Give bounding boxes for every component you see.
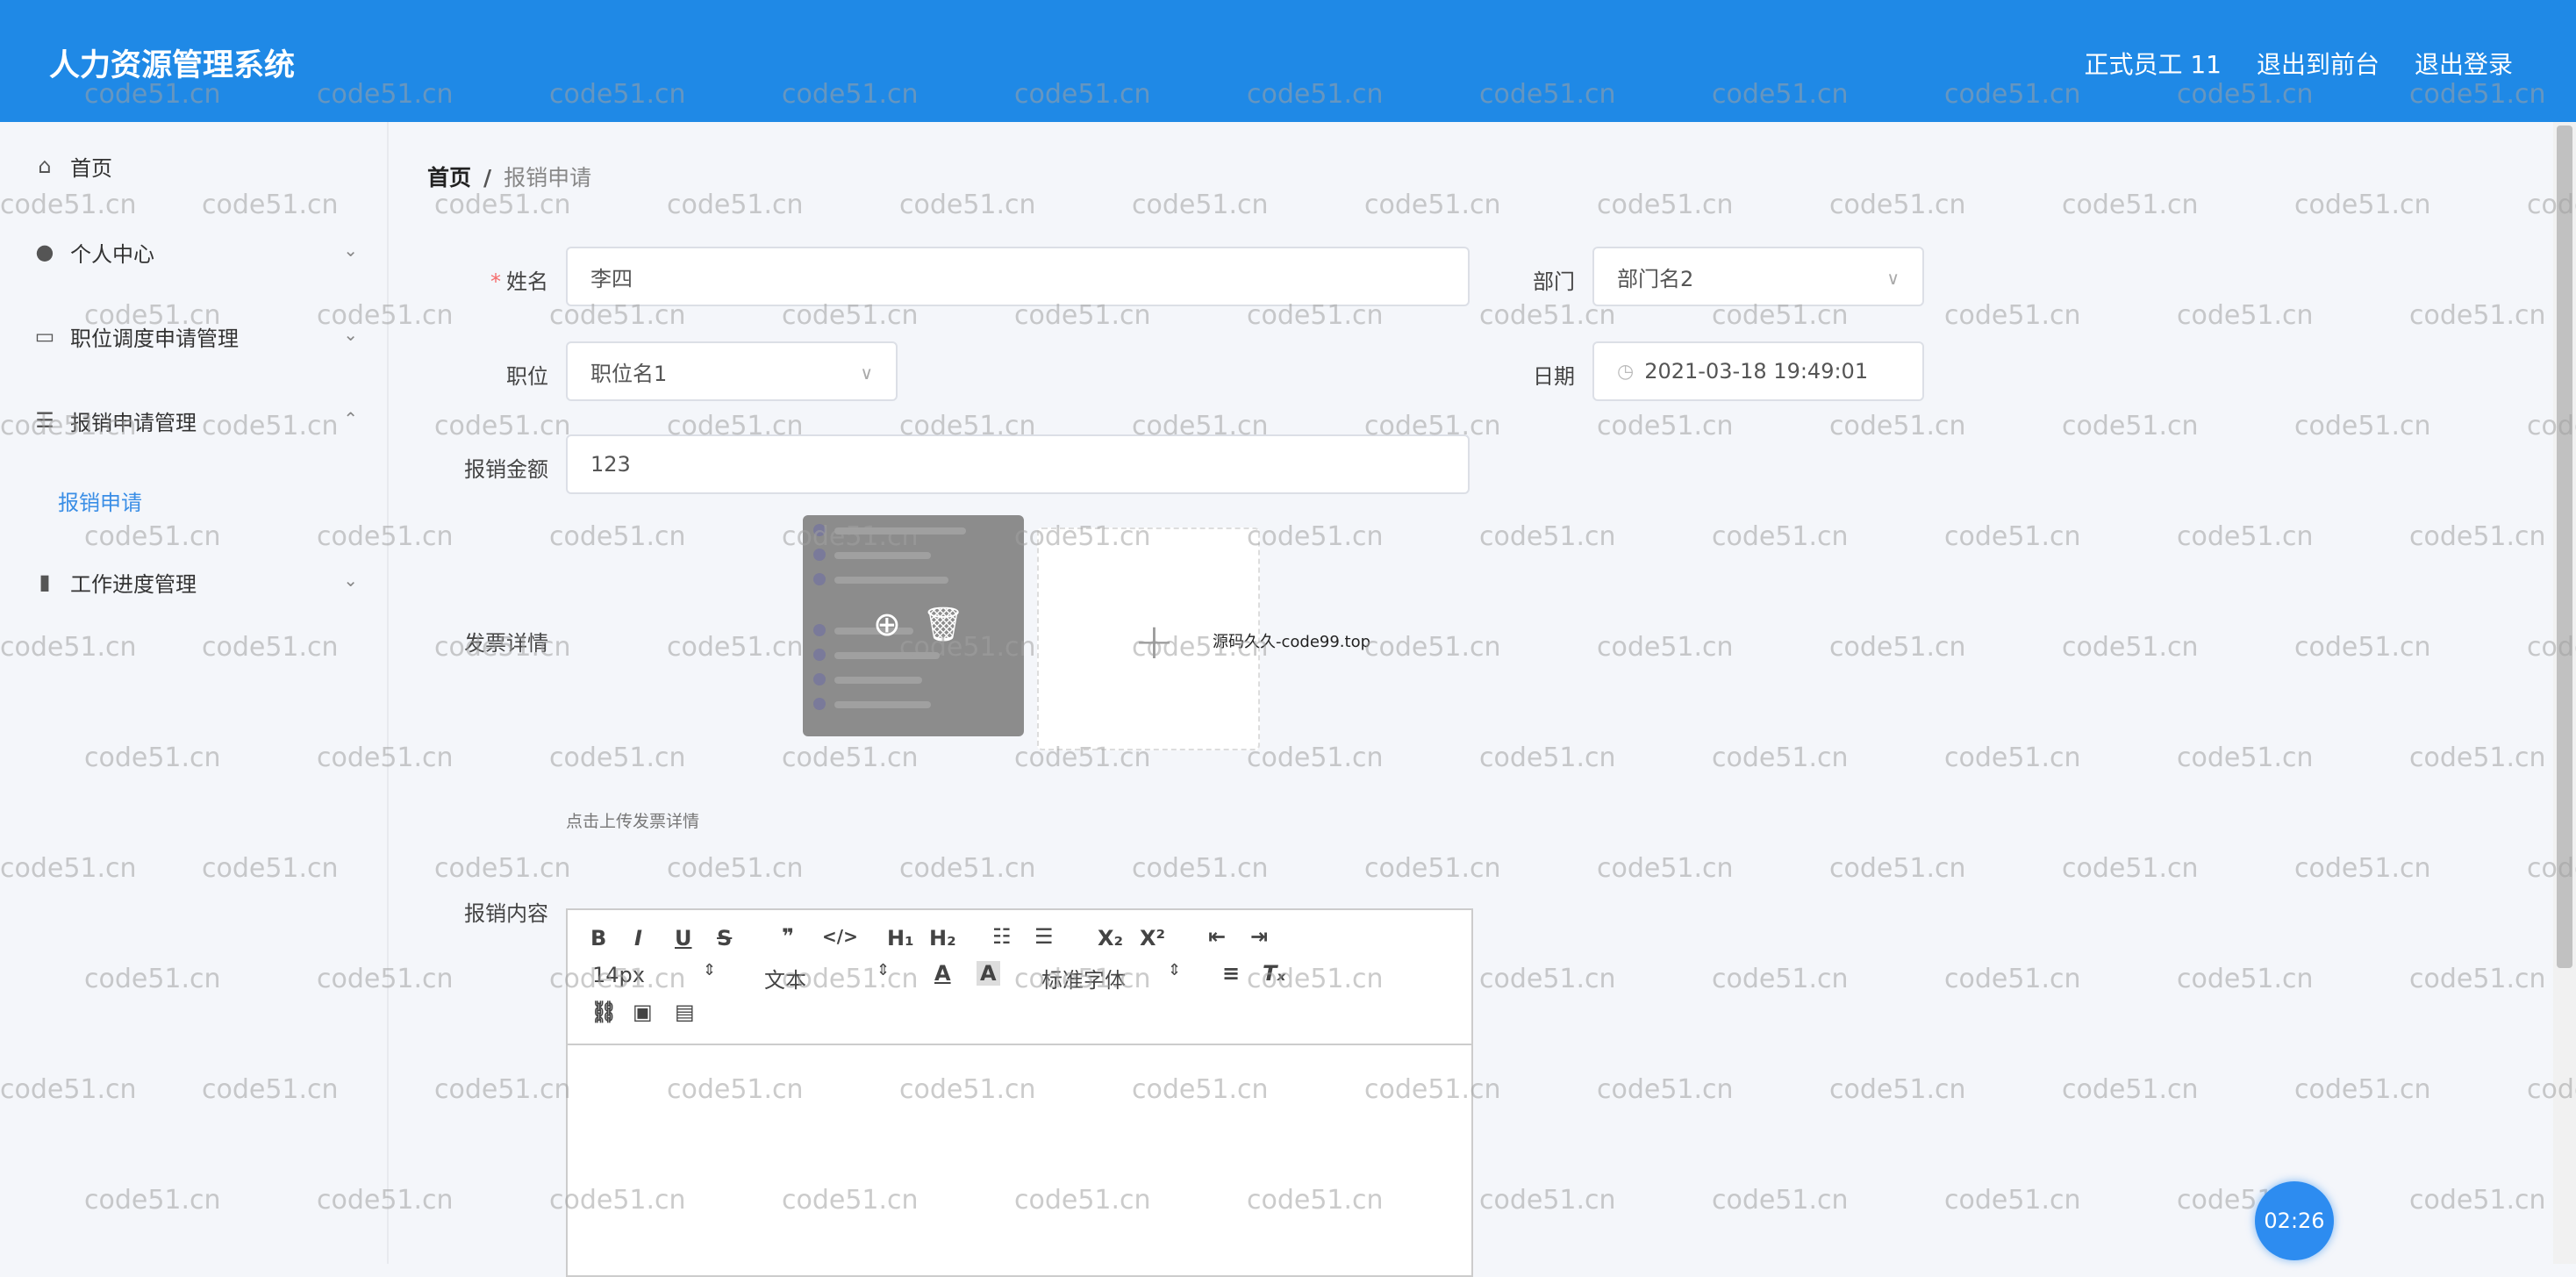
invoice-hint: 点击上传发票详情 <box>566 812 700 831</box>
sidebar-item-home[interactable]: ⌂ 首页 <box>33 148 358 183</box>
amount-input[interactable]: 123 <box>566 434 1470 494</box>
back-to-frontend-link[interactable]: 退出到前台 <box>2257 46 2379 81</box>
sidebar-item-label: 首页 <box>70 155 112 181</box>
breadcrumb: 首页 / 报销申请 <box>427 161 591 192</box>
logout-link[interactable]: 退出登录 <box>2415 46 2513 81</box>
breadcrumb-current: 报销申请 <box>504 165 592 190</box>
bold-button[interactable]: B <box>590 926 606 951</box>
chevron-down-icon: ⌄ <box>343 570 358 591</box>
quote-icon[interactable]: ❞ <box>782 924 794 949</box>
outdent-icon[interactable]: ⇤ <box>1208 924 1226 949</box>
bullet-list-icon[interactable]: ☰ <box>1034 924 1054 949</box>
sidebar-item-label: 报销申请管理 <box>70 410 197 435</box>
chevron-up-icon: ⌃ <box>343 408 358 429</box>
thumbnail-actions: ⊕ 🗑 <box>873 605 964 644</box>
heading1-button[interactable]: H₁ <box>887 926 914 951</box>
upload-tag: 源码久久-code99.top <box>1213 633 1371 651</box>
user-icon: ● <box>35 240 54 264</box>
sidebar-item-position-transfer[interactable]: ▭ 职位调度申请管理 ⌄ <box>33 319 358 354</box>
strikethrough-button[interactable]: S <box>717 926 732 951</box>
text-format-select[interactable]: 文本 <box>764 963 806 994</box>
sidebar-item-personal-center[interactable]: ● 个人中心 ⌄ <box>33 234 358 269</box>
app-title: 人力资源管理系统 <box>49 48 296 83</box>
position-select[interactable]: 职位名1 ∨ <box>566 341 898 401</box>
invoice-label: 发票详情 <box>464 631 548 656</box>
name-label: * 姓名 <box>490 269 548 294</box>
font-size-select[interactable]: 14px <box>592 963 645 987</box>
align-icon[interactable]: ≡ <box>1222 961 1240 986</box>
plus-icon: + <box>1134 613 1175 671</box>
sidebar-subitem-reimbursement-apply[interactable]: 报销申请 <box>58 485 142 516</box>
rich-text-editor: B I U S ❞ </> H₁ H₂ ☷ ☰ X₂ X² ⇤ ⇥ 14px ⇕… <box>566 908 1473 1277</box>
sidebar-item-label: 工作进度管理 <box>70 571 197 597</box>
chevron-down-icon: ⌄ <box>343 240 358 261</box>
trash-icon[interactable]: 🗑 <box>922 605 964 644</box>
background-color-icon[interactable]: A <box>977 961 1000 986</box>
recording-timer: 02:26 <box>2255 1181 2334 1260</box>
list-icon: ☰ <box>35 408 54 433</box>
select-arrows-icon: ⇕ <box>1168 961 1182 979</box>
heading2-button[interactable]: H₂ <box>929 926 956 951</box>
chevron-down-icon: ∨ <box>1886 268 1900 289</box>
bar-chart-icon: ▮ <box>39 570 51 594</box>
clear-format-icon[interactable]: Tₓ <box>1263 961 1285 986</box>
current-user-label[interactable]: 正式员工 11 <box>2084 46 2222 81</box>
code-icon[interactable]: </> <box>822 926 858 947</box>
font-color-icon[interactable]: A <box>934 961 951 986</box>
date-picker[interactable]: ◷ 2021-03-18 19:49:01 <box>1592 341 1924 401</box>
subscript-button[interactable]: X₂ <box>1098 926 1123 951</box>
chat-icon: ▭ <box>34 324 55 348</box>
chevron-down-icon: ⌄ <box>343 324 358 345</box>
date-label: 日期 <box>1533 364 1575 389</box>
dept-label: 部门 <box>1533 269 1575 294</box>
sidebar-item-reimbursement-management[interactable]: ☰ 报销申请管理 ⌃ <box>33 403 358 438</box>
video-icon[interactable]: ▤ <box>675 1000 695 1024</box>
indent-icon[interactable]: ⇥ <box>1250 924 1268 949</box>
main-content: 首页 / 报销申请 * 姓名 李四 部门 部门名2 ∨ 职位 职位名1 ∨ 日期 ◷ 202… <box>390 122 2549 1277</box>
superscript-button[interactable]: X² <box>1140 926 1165 951</box>
home-icon: ⌂ <box>38 154 52 178</box>
editor-content-area[interactable] <box>568 1045 1471 1275</box>
italic-button[interactable]: I <box>634 926 642 951</box>
dept-select[interactable]: 部门名2 ∨ <box>1592 247 1924 306</box>
name-input[interactable]: 李四 <box>566 247 1470 306</box>
page-scrollbar[interactable] <box>2553 122 2576 1264</box>
sidebar-item-label: 职位调度申请管理 <box>70 326 239 351</box>
font-family-select[interactable]: 标准字体 <box>1041 963 1126 994</box>
link-icon[interactable]: ⛓ <box>590 1000 617 1024</box>
amount-label: 报销金额 <box>464 457 548 482</box>
top-header: 人力资源管理系统 正式员工 11 退出到前台 退出登录 <box>0 0 2576 122</box>
chevron-down-icon: ∨ <box>860 362 873 384</box>
underline-button[interactable]: U <box>675 926 692 951</box>
select-arrows-icon: ⇕ <box>703 961 717 979</box>
clock-icon: ◷ <box>1617 360 1635 383</box>
sidebar-item-label: 个人中心 <box>70 241 154 267</box>
sidebar-item-work-progress[interactable]: ▮ 工作进度管理 ⌄ <box>33 564 358 599</box>
select-arrows-icon: ⇕ <box>877 961 891 979</box>
ordered-list-icon[interactable]: ☷ <box>992 924 1012 949</box>
image-icon[interactable]: ▣ <box>633 1000 653 1024</box>
top-nav: 正式员工 11 退出到前台 退出登录 <box>2084 46 2513 81</box>
scrollbar-thumb[interactable] <box>2557 126 2572 968</box>
invoice-thumbnail[interactable]: ⊕ 🗑 <box>803 515 1024 736</box>
breadcrumb-home[interactable]: 首页 <box>427 165 471 190</box>
breadcrumb-separator: / <box>483 165 492 190</box>
editor-toolbar: B I U S ❞ </> H₁ H₂ ☷ ☰ X₂ X² ⇤ ⇥ 14px ⇕… <box>568 910 1471 1045</box>
zoom-in-icon[interactable]: ⊕ <box>873 605 901 644</box>
sidebar: ⌂ 首页 ● 个人中心 ⌄ ▭ 职位调度申请管理 ⌄ ☰ 报销申请管理 ⌃ 报销… <box>0 122 389 1264</box>
content-label: 报销内容 <box>464 901 548 926</box>
position-label: 职位 <box>506 364 548 389</box>
